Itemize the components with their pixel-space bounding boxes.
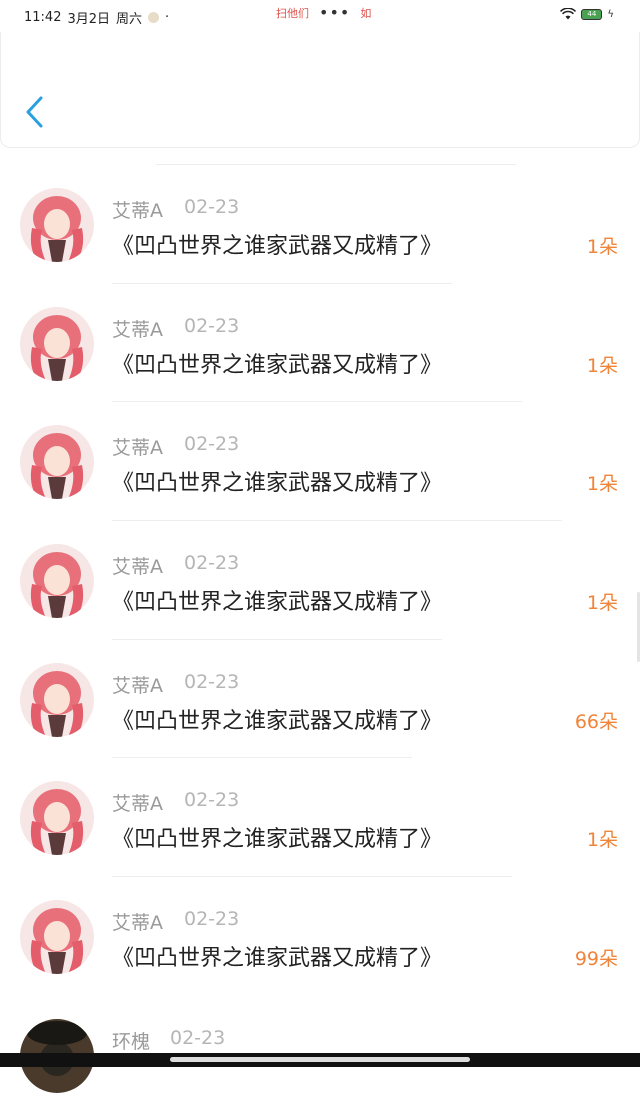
gift-amount: 1朵 xyxy=(586,473,618,496)
book-title: 《凹凸世界之谁家武器又成精了》 xyxy=(112,946,443,972)
list-item[interactable]: 艾蒂A 02-23 《凹凸世界之谁家武器又成精了》 1朵 xyxy=(0,148,640,267)
chevron-left-icon xyxy=(26,96,43,128)
home-indicator[interactable] xyxy=(170,1057,470,1062)
status-bar: 11:42 3月2日 周六 · 扫他们 ••• 如 44 ϟ xyxy=(0,0,640,32)
record-date: 02-23 xyxy=(184,908,240,931)
user-name: 艾蒂A xyxy=(112,674,163,697)
avatar[interactable] xyxy=(20,781,94,856)
notification-icon xyxy=(148,12,160,23)
list-item[interactable]: 艾蒂A 02-23 《凹凸世界之谁家武器又成精了》 1朵 xyxy=(0,741,640,860)
gift-amount: 66朵 xyxy=(574,710,618,733)
book-title: 《凹凸世界之谁家武器又成精了》 xyxy=(112,234,443,259)
avatar[interactable] xyxy=(20,188,94,262)
record-date: 02-23 xyxy=(184,196,240,218)
avatar[interactable] xyxy=(20,544,94,619)
record-date: 02-23 xyxy=(184,433,240,456)
user-name: 环槐 xyxy=(112,1031,151,1053)
header-bar xyxy=(0,32,640,148)
more-dots-icon[interactable]: ••• xyxy=(319,3,350,22)
avatar[interactable] xyxy=(20,306,94,381)
divider xyxy=(112,638,442,640)
user-name: 艾蒂A xyxy=(112,200,163,222)
avatar[interactable] xyxy=(20,425,94,500)
book-title: 《凹凸世界之谁家武器又成精了》 xyxy=(112,352,443,378)
book-title: 《凹凸世界之谁家武器又成精了》 xyxy=(112,708,443,734)
avatar[interactable] xyxy=(20,662,94,737)
user-name: 艾蒂A xyxy=(112,318,163,341)
battery-icon: 44 xyxy=(581,8,603,20)
record-date: 02-23 xyxy=(184,314,240,337)
user-name: 艾蒂A xyxy=(112,793,163,816)
list-item[interactable]: 艾蒂A 02-23 《凹凸世界之谁家武器又成精了》 1朵 xyxy=(0,267,640,386)
divider xyxy=(156,164,516,165)
book-title: 《凹凸世界之谁家武器又成精了》 xyxy=(112,590,443,616)
book-title: 《凹凸世界之谁家武器又成精了》 xyxy=(112,471,443,497)
wifi-icon xyxy=(560,8,577,20)
status-more-dot: · xyxy=(165,10,170,25)
gift-amount: 1朵 xyxy=(586,592,618,615)
record-date: 02-23 xyxy=(184,789,240,812)
list-item[interactable]: 艾蒂A 02-23 《凹凸世界之谁家武器又成精了》 1朵 xyxy=(0,504,640,623)
status-center-right: 如 xyxy=(360,6,372,20)
record-date: 02-23 xyxy=(184,552,240,575)
list-item[interactable]: 艾蒂A 02-23 《凹凸世界之谁家武器又成精了》 1朵 xyxy=(0,385,640,504)
gift-amount: 1朵 xyxy=(586,829,618,852)
gift-amount: 1朵 xyxy=(586,236,618,258)
user-name: 艾蒂A xyxy=(112,912,163,935)
list-item[interactable]: 艾蒂A 02-23 《凹凸世界之谁家武器又成精了》 99朵 xyxy=(0,860,640,979)
user-name: 艾蒂A xyxy=(112,437,163,460)
status-center-left: 扫他们 xyxy=(276,6,309,20)
book-title: 《凹凸世界之谁家武器又成精了》 xyxy=(112,827,443,853)
status-weekday: 周六 xyxy=(116,12,143,27)
list-item[interactable]: 艾蒂A 02-23 《凹凸世界之谁家武器又成精了》 66朵 xyxy=(0,623,640,742)
gift-amount: 1朵 xyxy=(586,354,618,377)
record-date: 02-23 xyxy=(184,670,240,693)
gift-amount: 99朵 xyxy=(574,948,618,971)
divider xyxy=(112,876,512,878)
user-name: 艾蒂A xyxy=(112,556,163,579)
divider xyxy=(112,401,522,403)
charging-icon: ϟ xyxy=(607,8,614,20)
record-date: 02-23 xyxy=(170,1027,226,1049)
divider xyxy=(112,282,452,284)
divider xyxy=(112,520,562,522)
back-button[interactable] xyxy=(19,92,55,132)
navigation-bar xyxy=(0,1053,640,1067)
avatar[interactable] xyxy=(20,900,94,975)
gift-record-list: 艾蒂A 02-23 《凹凸世界之谁家武器又成精了》 1朵 艾蒂A 02-23 《… xyxy=(0,148,640,979)
status-time: 11:42 xyxy=(24,10,62,25)
divider xyxy=(112,757,412,759)
status-date: 3月2日 xyxy=(67,12,111,27)
